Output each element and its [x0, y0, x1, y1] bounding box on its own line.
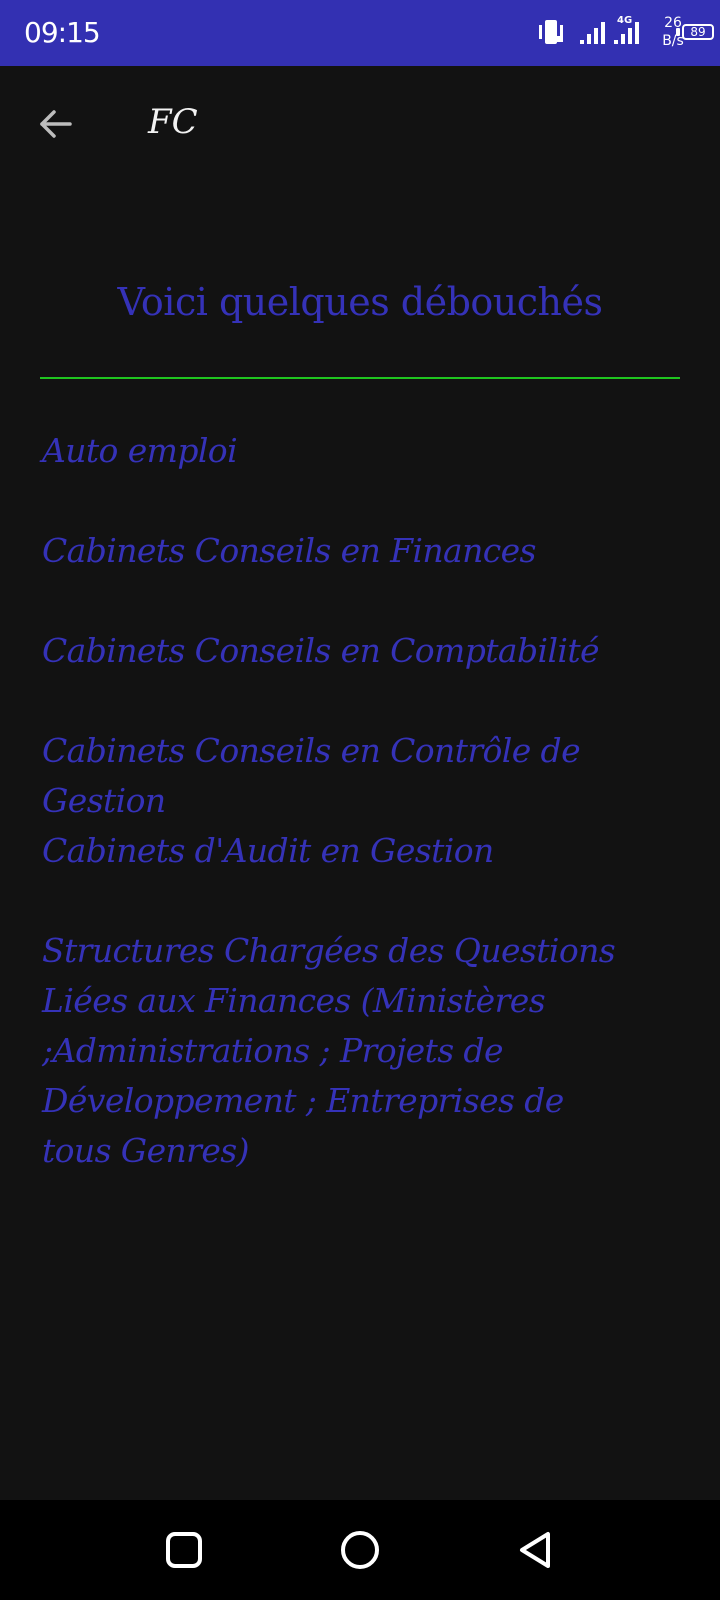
app-bar: FC — [0, 66, 720, 186]
recent-apps-button[interactable] — [162, 1528, 206, 1572]
signal-4g-icon: 4G — [614, 15, 639, 44]
screen: 09:15 4G 26 B/s 89 FC Voici quelques déb… — [0, 0, 720, 1600]
status-time: 09:15 — [24, 16, 101, 49]
list-item-outlet: Structures Chargées des Questions Liées … — [42, 931, 616, 1170]
svg-text:4G: 4G — [617, 15, 632, 26]
status-bar: 09:15 4G 26 B/s 89 — [0, 0, 720, 66]
list-item-outlet: Cabinets Conseils en Finances — [42, 531, 537, 570]
triangle-back-icon — [520, 1532, 550, 1568]
divider — [40, 377, 680, 379]
square-icon — [166, 1532, 202, 1568]
navigation-bar — [0, 1500, 720, 1600]
vibrate-icon — [539, 20, 563, 44]
arrow-left-icon — [40, 110, 72, 138]
list-item-outlet: Cabinets Conseils en Contrôle de Gestion — [42, 731, 581, 820]
page-heading: Voici quelques débouchés — [117, 280, 603, 324]
signal-icon — [580, 22, 605, 44]
list-item-outlet: Cabinets Conseils en Comptabilité — [42, 631, 600, 670]
circle-icon — [341, 1531, 379, 1569]
battery-level: 89 — [690, 25, 706, 39]
app-title: FC — [148, 102, 198, 142]
back-button[interactable] — [34, 102, 78, 146]
list-item-outlet: Cabinets d'Audit en Gestion — [42, 831, 494, 870]
list-item-outlet: Auto emploi — [42, 431, 238, 470]
back-nav-button[interactable] — [514, 1528, 558, 1572]
home-button[interactable] — [338, 1528, 382, 1572]
